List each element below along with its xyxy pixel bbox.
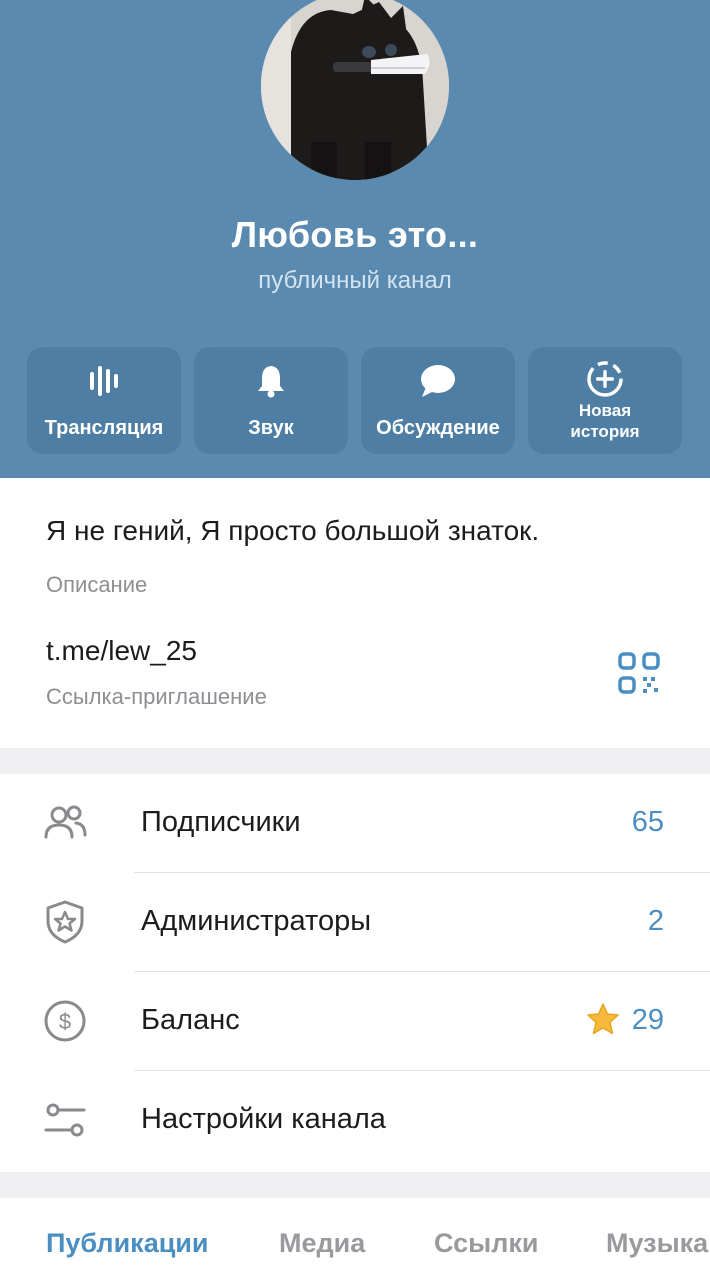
- invite-link-label: Ссылка-приглашение: [46, 684, 267, 709]
- tab-publications[interactable]: Публикации: [46, 1228, 209, 1259]
- qr-code-icon: [618, 652, 660, 694]
- balance-value: 29: [631, 1004, 664, 1036]
- channel-info-card: Я не гений, Я просто большой знаток. Опи…: [0, 478, 710, 748]
- tab-music[interactable]: Музыка: [606, 1228, 708, 1259]
- menu-label: Настройки канала: [141, 1103, 386, 1135]
- qr-code-button[interactable]: [616, 650, 662, 696]
- channel-title: Любовь это...: [231, 214, 479, 255]
- content-tabs: Публикации Медиа Ссылки Музыка: [0, 1198, 710, 1280]
- star-icon: [587, 1003, 619, 1035]
- stream-label: Трансляция: [44, 417, 164, 439]
- description-label: Описание: [46, 572, 148, 597]
- menu-item-channel-settings[interactable]: Настройки канала: [0, 1071, 710, 1170]
- admin-shield-icon: [46, 900, 84, 944]
- invite-link[interactable]: t.me/lew_25: [46, 635, 197, 667]
- stream-button[interactable]: Трансляция: [27, 347, 181, 454]
- new-story-button[interactable]: Новая история: [528, 347, 682, 454]
- channel-header: Любовь это... публичный канал Трансляция…: [0, 0, 710, 478]
- menu-label: Администраторы: [141, 905, 372, 937]
- description-text: Я не гений, Я просто большой знаток.: [46, 515, 540, 546]
- menu-item-subscribers[interactable]: Подписчики 65: [0, 774, 710, 873]
- subscribers-count: 65: [631, 806, 664, 838]
- menu-item-balance[interactable]: $ Баланс 29: [0, 972, 710, 1071]
- menu-item-admins[interactable]: Администраторы 2: [0, 873, 710, 972]
- dollar-coin-icon: $: [44, 1000, 86, 1042]
- cat-photo-icon: [261, 0, 449, 180]
- stream-icon: [90, 366, 118, 396]
- settings-sliders-icon: [44, 1103, 86, 1137]
- sound-button[interactable]: Звук: [194, 347, 348, 454]
- svg-text:$: $: [59, 1009, 71, 1034]
- channel-menu: Подписчики 65 Администраторы 2 $ Баланс …: [0, 774, 710, 1172]
- discussion-label: Обсуждение: [376, 417, 500, 439]
- channel-type: публичный канал: [258, 267, 452, 294]
- chat-bubble-icon: [421, 365, 455, 397]
- tab-links[interactable]: Ссылки: [434, 1228, 538, 1259]
- tab-media[interactable]: Медиа: [279, 1228, 365, 1259]
- menu-label: Баланс: [141, 1004, 240, 1036]
- menu-label: Подписчики: [141, 806, 301, 838]
- channel-avatar[interactable]: [261, 0, 449, 180]
- sound-label: Звук: [248, 417, 294, 439]
- subscribers-icon: [44, 805, 87, 839]
- discussion-button[interactable]: Обсуждение: [361, 347, 515, 454]
- bell-icon: [258, 366, 284, 398]
- admins-count: 2: [647, 905, 664, 937]
- new-story-label: Новая история: [570, 401, 640, 441]
- add-story-icon: [587, 361, 623, 397]
